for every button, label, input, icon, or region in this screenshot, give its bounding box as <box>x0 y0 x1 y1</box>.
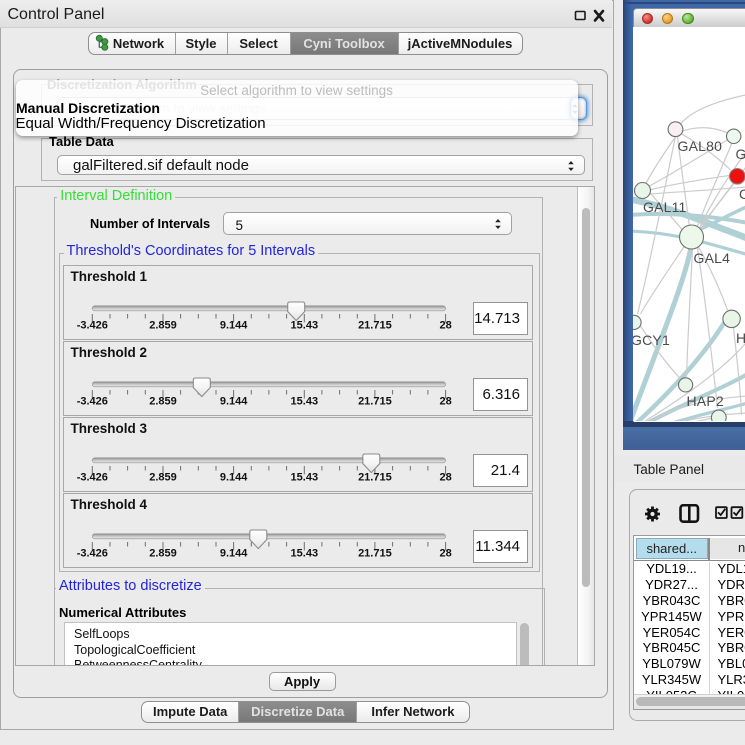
svg-text:-3.426: -3.426 <box>76 548 107 560</box>
svg-text:21.715: 21.715 <box>358 472 392 484</box>
svg-text:GAL11: GAL11 <box>643 199 687 215</box>
svg-text:2.859: 2.859 <box>149 396 177 408</box>
svg-text:28: 28 <box>439 548 451 560</box>
svg-text:GAL4: GAL4 <box>693 250 730 266</box>
svg-text:9.144: 9.144 <box>219 548 247 560</box>
svg-text:15.43: 15.43 <box>290 548 318 560</box>
svg-text:15.43: 15.43 <box>290 396 318 408</box>
svg-text:HAP: HAP <box>736 330 745 346</box>
svg-text:-3.426: -3.426 <box>76 320 107 332</box>
svg-text:GAL80: GAL80 <box>735 146 745 162</box>
svg-text:GCY1: GCY1 <box>633 332 670 348</box>
svg-text:28: 28 <box>439 396 451 408</box>
svg-text:15.43: 15.43 <box>290 472 318 484</box>
svg-text:HAP2: HAP2 <box>686 393 723 409</box>
svg-text:GAL80: GAL80 <box>677 138 722 154</box>
svg-text:9.144: 9.144 <box>219 472 247 484</box>
svg-text:21.715: 21.715 <box>358 548 392 560</box>
svg-text:2.859: 2.859 <box>149 548 177 560</box>
svg-text:28: 28 <box>439 320 451 332</box>
svg-text:15.43: 15.43 <box>290 320 318 332</box>
svg-text:9.144: 9.144 <box>219 320 247 332</box>
svg-text:-3.426: -3.426 <box>76 396 107 408</box>
svg-text:9.144: 9.144 <box>219 396 247 408</box>
svg-text:-3.426: -3.426 <box>76 472 107 484</box>
svg-text:28: 28 <box>439 472 451 484</box>
svg-text:CY: CY <box>739 186 745 202</box>
svg-text:2.859: 2.859 <box>149 320 177 332</box>
svg-text:2.859: 2.859 <box>149 472 177 484</box>
svg-text:21.715: 21.715 <box>358 320 392 332</box>
svg-text:21.715: 21.715 <box>358 396 392 408</box>
